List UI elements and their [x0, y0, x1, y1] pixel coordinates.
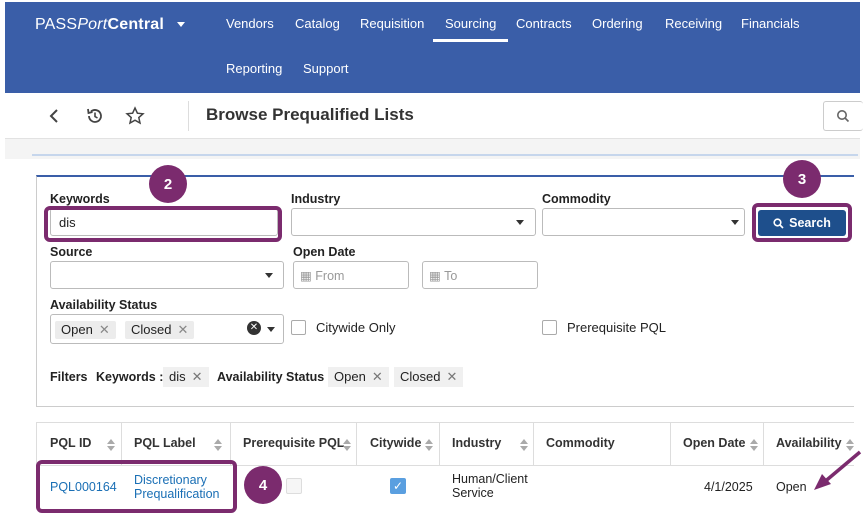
nav-receiving[interactable]: Receiving — [665, 16, 722, 31]
citywide-only-label: Citywide Only — [316, 320, 396, 335]
filter-open-chip[interactable]: Open ✕ — [328, 367, 389, 387]
callout-arrow-icon — [814, 450, 862, 490]
column-divider — [439, 422, 440, 466]
availability-tag-closed[interactable]: Closed ✕ — [125, 321, 195, 339]
filter-availability-label: Availability Status : — [217, 370, 332, 384]
chevron-down-icon — [265, 273, 273, 278]
callout-badge-4: 4 — [244, 466, 282, 504]
availability-tag-open[interactable]: Open ✕ — [55, 321, 116, 339]
industry-select[interactable] — [291, 208, 536, 236]
brand-logo[interactable]: PASSPortCentral — [35, 16, 164, 34]
remove-filter-icon[interactable]: ✕ — [446, 369, 457, 384]
source-select[interactable] — [50, 261, 284, 289]
callout-highlight-result — [36, 460, 237, 513]
column-divider — [356, 422, 357, 466]
callout-badge-3: 3 — [783, 160, 821, 198]
nav-catalog[interactable]: Catalog — [295, 16, 340, 31]
header-band — [5, 139, 860, 159]
calendar-icon: ▦ — [429, 269, 441, 283]
remove-filter-icon[interactable]: ✕ — [192, 369, 203, 384]
column-divider — [533, 422, 534, 466]
calendar-icon: ▦ — [300, 269, 312, 283]
callout-highlight-search — [752, 203, 852, 242]
source-label: Source — [50, 245, 93, 259]
availability-status-select[interactable]: Open ✕ Closed ✕ ✕ — [50, 314, 284, 344]
nav-vendors[interactable]: Vendors — [226, 16, 274, 31]
chevron-down-icon — [731, 220, 739, 225]
header-search-input[interactable] — [823, 101, 863, 131]
filters-label: Filters — [50, 370, 88, 384]
star-icon[interactable] — [124, 105, 146, 127]
prerequisite-pql-label: Prerequisite PQL — [567, 320, 666, 335]
sort-icon[interactable] — [107, 439, 115, 451]
prerequisite-pql-cell-checkbox — [286, 478, 302, 494]
history-icon[interactable] — [84, 105, 106, 127]
remove-tag-icon[interactable]: ✕ — [99, 322, 110, 337]
column-divider — [670, 422, 671, 466]
nav-reporting[interactable]: Reporting — [226, 61, 282, 76]
keywords-label: Keywords — [50, 192, 110, 206]
sort-icon[interactable] — [520, 439, 528, 451]
brand-menu-caret-icon[interactable] — [177, 22, 185, 27]
prerequisite-pql-checkbox[interactable] — [542, 320, 557, 335]
nav-contracts[interactable]: Contracts — [516, 16, 572, 31]
industry-label: Industry — [291, 192, 341, 206]
search-icon — [837, 110, 850, 123]
page-title: Browse Prequalified Lists — [206, 105, 414, 124]
col-pql-id[interactable]: PQL ID — [50, 436, 91, 450]
col-commodity[interactable]: Commodity — [546, 436, 615, 450]
col-prerequisite-pql[interactable]: Prerequisite PQL — [243, 436, 344, 450]
section-divider — [32, 154, 858, 156]
nav-sourcing[interactable]: Sourcing — [432, 16, 509, 42]
callout-badge-2: 2 — [149, 165, 187, 203]
nav-financials[interactable]: Financials — [741, 16, 800, 31]
commodity-label: Commodity — [542, 192, 611, 206]
filter-keywords-chip[interactable]: dis ✕ — [163, 367, 209, 387]
open-date-label: Open Date — [293, 245, 356, 259]
sort-icon[interactable] — [343, 439, 351, 451]
citywide-cell-checkbox: ✓ — [390, 478, 406, 494]
top-nav: PASSPortCentral Vendors Catalog Requisit… — [5, 2, 860, 93]
clear-selection-icon[interactable]: ✕ — [247, 321, 261, 335]
page-header: Browse Prequalified Lists — [5, 93, 863, 139]
nav-ordering[interactable]: Ordering — [592, 16, 643, 31]
header-divider — [188, 101, 189, 131]
chevron-down-icon — [516, 220, 524, 225]
sort-icon[interactable] — [750, 439, 758, 451]
nav-requisition[interactable]: Requisition — [360, 16, 424, 31]
open-date-cell: 4/1/2025 — [704, 480, 753, 494]
sort-icon[interactable] — [214, 439, 222, 451]
column-divider — [763, 422, 764, 466]
commodity-select[interactable] — [542, 208, 745, 236]
remove-filter-icon[interactable]: ✕ — [372, 369, 383, 384]
availability-cell: Open — [776, 480, 807, 494]
remove-tag-icon[interactable]: ✕ — [177, 322, 188, 337]
chevron-down-icon[interactable] — [267, 327, 275, 332]
col-citywide[interactable]: Citywide — [370, 436, 421, 450]
col-pql-label[interactable]: PQL Label — [134, 436, 196, 450]
industry-cell: Human/Client Service — [452, 472, 528, 500]
col-industry[interactable]: Industry — [452, 436, 501, 450]
citywide-only-checkbox[interactable] — [291, 320, 306, 335]
availability-status-label: Availability Status — [50, 298, 158, 312]
filter-closed-chip[interactable]: Closed ✕ — [394, 367, 464, 387]
open-date-to-input[interactable]: ▦ To — [422, 261, 538, 289]
open-date-from-input[interactable]: ▦ From — [293, 261, 409, 289]
callout-highlight-keywords — [44, 206, 282, 242]
col-availability[interactable]: Availability — [776, 436, 842, 450]
back-icon[interactable] — [43, 105, 65, 127]
col-open-date[interactable]: Open Date — [683, 436, 746, 450]
sort-icon[interactable] — [425, 439, 433, 451]
filter-keywords-label: Keywords : — [96, 370, 164, 384]
nav-support[interactable]: Support — [303, 61, 349, 76]
